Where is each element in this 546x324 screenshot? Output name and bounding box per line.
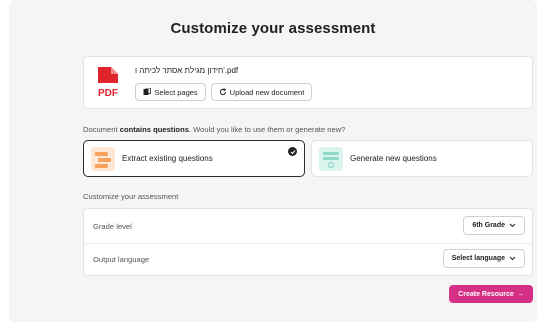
arrow-right-icon: → [516, 290, 524, 298]
prompt-bold: contains questions [119, 125, 189, 134]
pdf-file-icon: PDF [98, 67, 118, 99]
chevron-down-icon [509, 256, 516, 261]
page-title: Customize your assessment [170, 20, 376, 37]
grade-level-row: Grade level 6th Grade [84, 209, 532, 244]
extract-existing-questions-option[interactable]: Extract existing questions [83, 140, 305, 177]
grade-level-value: 6th Grade [472, 222, 505, 229]
select-pages-button[interactable]: Select pages [135, 83, 206, 101]
output-language-select[interactable]: Select language [442, 249, 525, 268]
chevron-down-icon [509, 223, 516, 228]
document-file-name: חידון מגילת אסתר לכיתה ו'.pdf [135, 66, 239, 75]
prompt-post: . Would you like to use them or generate… [188, 125, 346, 134]
pdf-file-type-label: PDF [98, 88, 118, 99]
generate-new-questions-option[interactable]: Generate new questions [311, 140, 533, 177]
output-language-label: Output language [93, 255, 150, 264]
extract-option-label: Extract existing questions [122, 154, 213, 163]
prompt-pre: Document [83, 125, 120, 134]
generate-option-label: Generate new questions [350, 154, 437, 163]
output-language-row: Output language Select language [84, 242, 532, 276]
grade-level-select[interactable]: 6th Grade [463, 216, 525, 235]
output-language-value: Select language [451, 255, 505, 262]
customize-section-label: Customize your assessment [83, 192, 179, 201]
selected-check-icon [288, 147, 297, 156]
settings-card: Grade level 6th Grade Output language Se… [83, 208, 533, 276]
document-card: PDF חידון מגילת אסתר לכיתה ו'.pdf Select… [83, 56, 533, 109]
question-source-prompt: Document contains questions. Would you l… [83, 125, 345, 134]
select-pages-label: Select pages [154, 87, 198, 97]
refresh-icon [219, 88, 226, 96]
grade-level-label: Grade level [93, 222, 132, 231]
create-resource-button[interactable]: Create Resource → [449, 285, 533, 303]
extract-questions-icon [91, 147, 115, 171]
pages-icon [143, 88, 152, 95]
generate-questions-icon [319, 147, 343, 171]
upload-new-document-label: Upload new document [229, 87, 305, 97]
create-resource-label: Create Resource [458, 290, 514, 298]
assessment-panel: Customize your assessment PDF חידון מגיל… [9, 0, 537, 322]
upload-new-document-button[interactable]: Upload new document [211, 83, 312, 101]
